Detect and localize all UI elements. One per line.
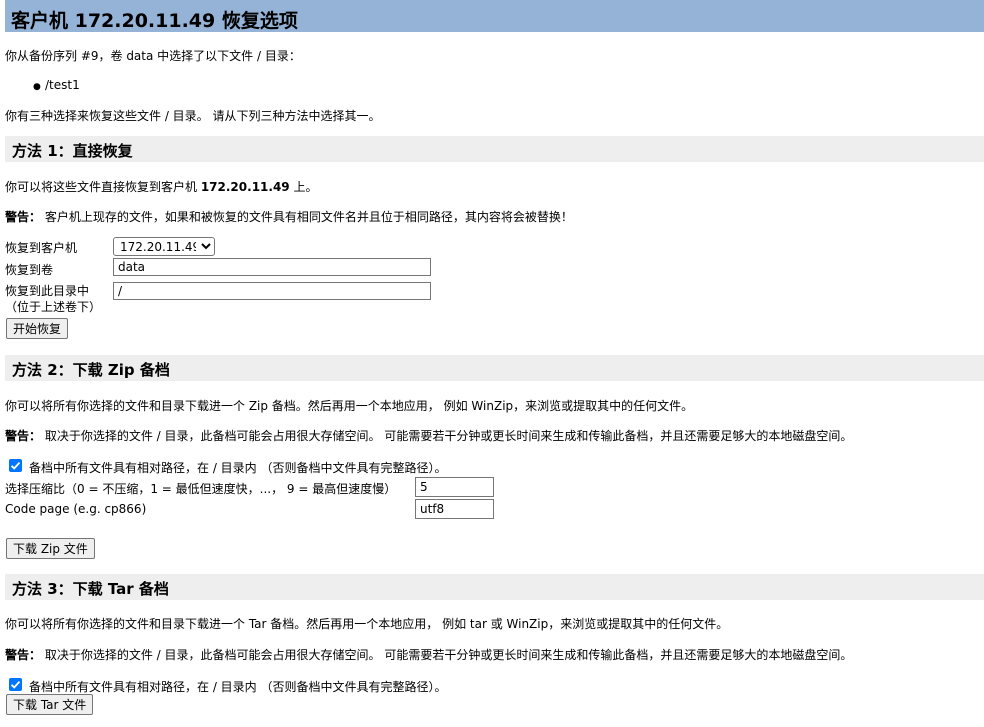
- restore-share-input[interactable]: [113, 258, 431, 276]
- checkmark-icon: [10, 461, 21, 470]
- method1-description: 你可以将这些文件直接恢复到客户机 172.20.11.49 上。: [5, 178, 317, 195]
- method2-warning: 警告： 取决于你选择的文件 / 目录，此备档可能会占用很大存储空间。 可能需要若…: [5, 427, 852, 444]
- restore-share-label: 恢复到卷: [5, 263, 54, 277]
- zip-relative-path-checkbox[interactable]: [9, 459, 22, 472]
- method3-section-header: 方法 3：下载 Tar 备档: [5, 574, 984, 600]
- restore-host-label: 恢复到客户机: [5, 241, 78, 255]
- method3-warning: 警告： 取决于你选择的文件 / 目录，此备档可能会占用很大存储空间。 可能需要若…: [5, 646, 852, 663]
- selection-text: 你从备份序列 #9，卷 data 中选择了以下文件 / 目录：: [5, 49, 301, 63]
- file-list-item: /test1: [45, 78, 80, 92]
- method1-desc-host: 172.20.11.49: [200, 180, 290, 194]
- restore-dir-label-line2: （位于上述卷下）: [5, 300, 102, 314]
- tar-relative-path-checkbox[interactable]: [9, 678, 22, 691]
- method1-desc-prefix: 你可以将这些文件直接恢复到客户机: [5, 180, 201, 194]
- compress-level-label: 选择压缩比（0 = 不压缩，1 = 最低但速度快，...， 9 = 最高但速度慢…: [5, 482, 397, 496]
- checkmark-icon: [10, 680, 21, 689]
- method2-heading: 方法 2：下载 Zip 备档: [12, 361, 170, 379]
- restore-dir-label-line1: 恢复到此目录中: [5, 284, 90, 298]
- method2-section-header: 方法 2：下载 Zip 备档: [5, 355, 984, 381]
- codepage-label: Code page (e.g. cp866): [5, 502, 147, 516]
- method2-warning-text: 取决于你选择的文件 / 目录，此备档可能会占用很大存储空间。 可能需要若干分钟或…: [41, 429, 853, 443]
- method1-warning: 警告： 客户机上现存的文件，如果和被恢复的文件具有相同文件名并且位于相同路径，其…: [5, 208, 573, 225]
- method3-description: 你可以将所有你选择的文件和目录下载进一个 Tar 备档。然后再用一个本地应用， …: [5, 617, 729, 631]
- method1-warning-label: 警告：: [5, 210, 42, 224]
- choice-text: 你有三种选择来恢复这些文件 / 目录。 请从下列三种方法中选择其一。: [5, 109, 381, 123]
- compress-level-input[interactable]: [415, 477, 494, 497]
- method3-warning-label: 警告：: [5, 648, 42, 662]
- download-tar-button[interactable]: 下载 Tar 文件: [6, 694, 94, 715]
- bullet-icon: ●: [33, 82, 41, 92]
- restore-dir-input[interactable]: [113, 282, 431, 300]
- page-header: 客户机 172.20.11.49 恢复选项: [5, 0, 984, 32]
- download-zip-button[interactable]: 下载 Zip 文件: [6, 538, 95, 559]
- method1-desc-suffix: 上。: [289, 180, 318, 194]
- method3-heading: 方法 3：下载 Tar 备档: [12, 580, 169, 598]
- start-restore-button[interactable]: 开始恢复: [6, 318, 69, 339]
- codepage-input[interactable]: [415, 499, 494, 519]
- method1-warning-text: 客户机上现存的文件，如果和被恢复的文件具有相同文件名并且位于相同路径，其内容将会…: [41, 210, 573, 224]
- method1-heading: 方法 1：直接恢复: [12, 142, 133, 160]
- method3-warning-text: 取决于你选择的文件 / 目录，此备档可能会占用很大存储空间。 可能需要若干分钟或…: [41, 648, 853, 662]
- restore-host-select[interactable]: 172.20.11.49: [113, 237, 215, 256]
- page-title: 客户机 172.20.11.49 恢复选项: [11, 10, 298, 32]
- method2-warning-label: 警告：: [5, 429, 42, 443]
- zip-relative-path-label: 备档中所有文件具有相对路径，在 / 目录内 （否则备档中文件具有完整路径）。: [29, 461, 447, 475]
- method1-section-header: 方法 1：直接恢复: [5, 136, 984, 162]
- tar-relative-path-label: 备档中所有文件具有相对路径，在 / 目录内 （否则备档中文件具有完整路径）。: [29, 680, 447, 694]
- method2-description: 你可以将所有你选择的文件和目录下载进一个 Zip 备档。然后再用一个本地应用， …: [5, 399, 694, 413]
